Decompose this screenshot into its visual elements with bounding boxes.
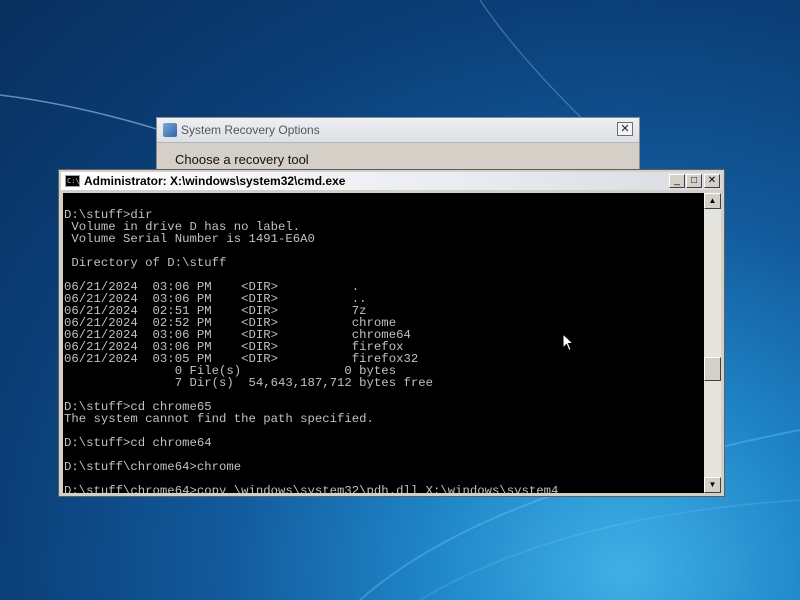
console-line: D:\stuff>cd chrome64 <box>64 436 212 450</box>
console-line: The system cannot find the path specifie… <box>64 412 374 426</box>
mouse-pointer-icon <box>562 333 575 352</box>
recovery-window-title: System Recovery Options <box>181 123 320 137</box>
cmd-title-bar[interactable]: C:\ Administrator: X:\windows\system32\c… <box>61 172 722 190</box>
recovery-close-button[interactable]: ✕ <box>617 122 633 136</box>
recovery-heading: Choose a recovery tool <box>175 152 309 167</box>
console-line: Directory of D:\stuff <box>64 256 227 270</box>
cmd-window: C:\ Administrator: X:\windows\system32\c… <box>58 169 725 497</box>
recovery-title-bar[interactable]: System Recovery Options ✕ <box>157 118 639 143</box>
console-line: D:\stuff\chrome64>copy \windows\system32… <box>64 484 559 493</box>
console-text: D:\stuff>dir Volume in drive D has no la… <box>63 193 704 493</box>
console-line: 7 Dir(s) 54,643,187,712 bytes free <box>64 376 433 390</box>
scroll-up-button[interactable]: ▲ <box>704 193 721 209</box>
scroll-thumb[interactable] <box>704 357 721 381</box>
scroll-down-button[interactable]: ▼ <box>704 477 721 493</box>
console-line: D:\stuff\chrome64>chrome <box>64 460 242 474</box>
console-line: Volume Serial Number is 1491-E6A0 <box>64 232 315 246</box>
cmd-window-title: Administrator: X:\windows\system32\cmd.e… <box>84 174 346 188</box>
console-output[interactable]: D:\stuff>dir Volume in drive D has no la… <box>63 193 704 493</box>
recovery-app-icon <box>163 123 177 137</box>
cmd-app-icon[interactable]: C:\ <box>65 175 80 187</box>
maximize-button[interactable]: □ <box>686 174 702 188</box>
vertical-scrollbar[interactable]: ▲ ▼ <box>704 193 721 493</box>
close-button[interactable]: ✕ <box>704 174 720 188</box>
minimize-button[interactable]: _ <box>669 174 685 188</box>
